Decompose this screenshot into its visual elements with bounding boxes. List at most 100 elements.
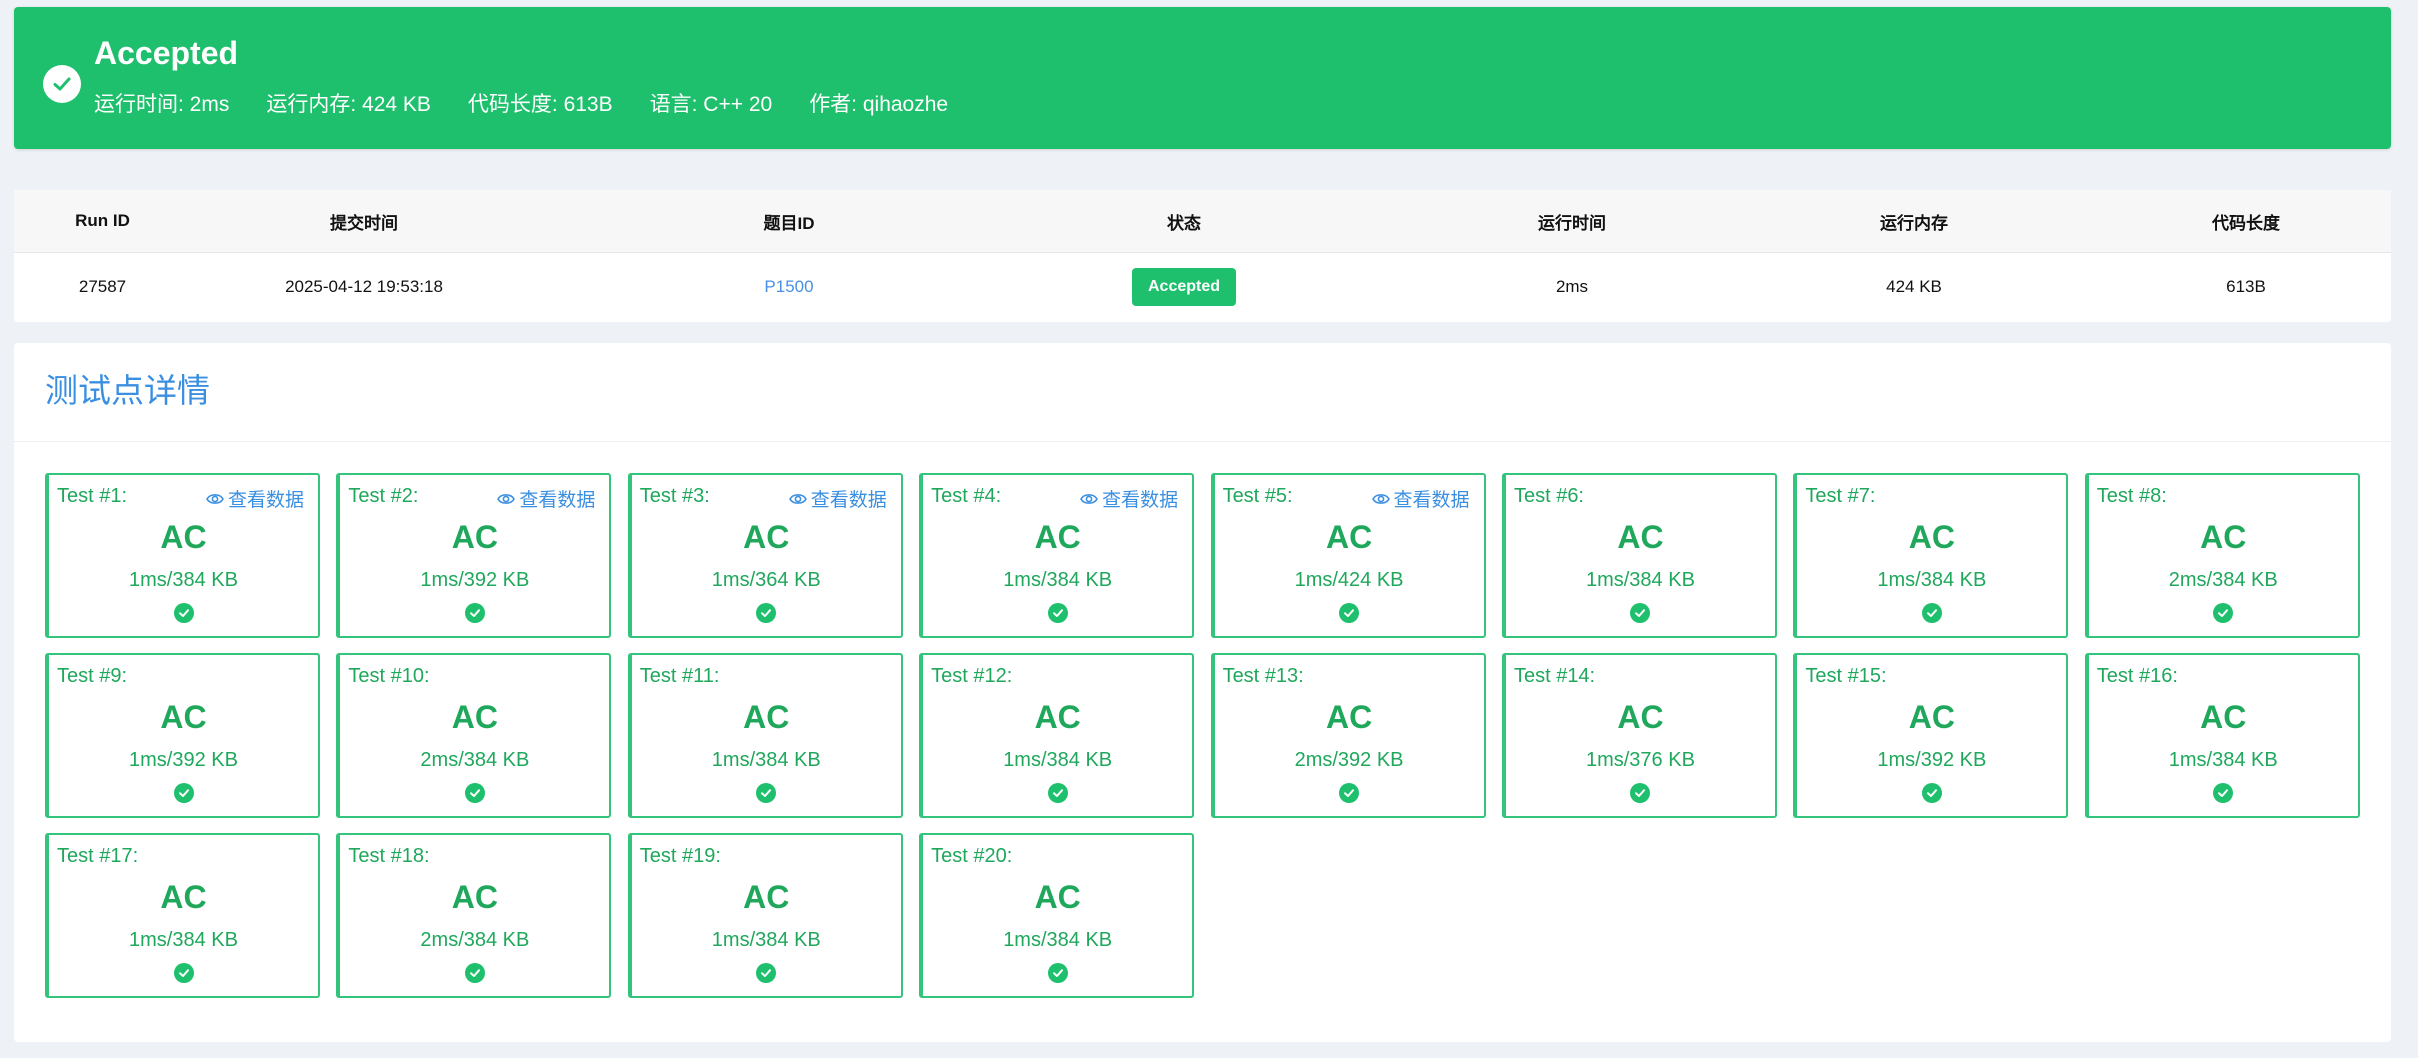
test-card: Test #9: AC 1ms/392 KB bbox=[45, 653, 320, 818]
test-status: AC bbox=[1325, 519, 1373, 555]
test-metric: 2ms/392 KB bbox=[1294, 749, 1404, 771]
test-metric: 1ms/384 KB bbox=[1877, 569, 1987, 591]
test-status: AC bbox=[743, 699, 790, 735]
test-details-panel: 测试点详情 Test #1: 查看数据 AC 1ms/384 KB Test #2: 查看… bbox=[14, 343, 2391, 1042]
test-metric: 1ms/392 KB bbox=[129, 749, 238, 771]
check-circle-icon bbox=[756, 603, 777, 623]
test-status: AC bbox=[1617, 519, 1664, 555]
view-data-link[interactable]: 查看数据 bbox=[1371, 485, 1470, 512]
check-circle-icon bbox=[464, 783, 485, 803]
view-data-link[interactable]: 查看数据 bbox=[497, 485, 595, 512]
view-data-label: 查看数据 bbox=[1393, 490, 1470, 511]
header-problem-id: 题目ID bbox=[763, 213, 815, 233]
test-card: Test #6: AC 1ms/384 KB bbox=[1501, 473, 1777, 638]
test-status: AC bbox=[160, 879, 207, 915]
test-metric: 1ms/384 KB bbox=[711, 929, 821, 951]
test-metric: 1ms/424 KB bbox=[1294, 569, 1404, 591]
check-circle-icon bbox=[1630, 783, 1651, 803]
test-label: Test #13: bbox=[1222, 665, 1304, 687]
view-data-link[interactable]: 查看数据 bbox=[788, 485, 887, 512]
view-data-label: 查看数据 bbox=[1102, 490, 1179, 511]
test-status: AC bbox=[1034, 699, 1081, 735]
test-metric: 1ms/392 KB bbox=[1877, 749, 1987, 771]
check-circle-icon bbox=[173, 963, 194, 983]
test-label: Test #4: bbox=[931, 485, 1002, 507]
check-circle-icon bbox=[173, 603, 194, 623]
meta-memory: 运行内存: 424 KB bbox=[266, 93, 431, 116]
test-card: Test #5: 查看数据 AC 1ms/424 KB bbox=[1210, 473, 1486, 638]
test-metric: 1ms/384 KB bbox=[1003, 929, 1113, 951]
cell-run-id: 27587 bbox=[78, 277, 127, 296]
header-code-length: 代码长度 bbox=[2212, 213, 2280, 233]
test-status: AC bbox=[1908, 699, 1955, 735]
test-label: Test #14: bbox=[1513, 665, 1596, 687]
meta-language: 语言: C++ 20 bbox=[649, 93, 773, 116]
test-metric: 2ms/384 KB bbox=[420, 929, 530, 951]
test-label: Test #1: bbox=[57, 485, 128, 507]
test-status: AC bbox=[1908, 519, 1955, 555]
view-data-label: 查看数据 bbox=[227, 490, 304, 511]
test-label: Test #5: bbox=[1222, 485, 1293, 507]
header-status: 状态 bbox=[1167, 213, 1201, 233]
test-metric: 2ms/384 KB bbox=[2168, 569, 2278, 591]
test-card: Test #11: AC 1ms/384 KB bbox=[627, 653, 903, 818]
check-circle-icon bbox=[1339, 783, 1360, 803]
test-status: AC bbox=[2200, 699, 2247, 735]
test-status: AC bbox=[743, 879, 790, 915]
result-title: Accepted bbox=[94, 35, 239, 71]
test-label: Test #16: bbox=[2096, 665, 2178, 687]
check-circle-icon bbox=[464, 963, 485, 983]
cell-memory: 424 KB bbox=[1886, 277, 1942, 296]
view-data-link[interactable]: 查看数据 bbox=[1080, 485, 1178, 512]
check-circle-icon bbox=[1047, 603, 1068, 623]
test-card: Test #20: AC 1ms/384 KB bbox=[919, 833, 1195, 998]
test-label: Test #2: bbox=[348, 485, 419, 507]
test-status: AC bbox=[1325, 699, 1373, 735]
test-status: AC bbox=[160, 699, 207, 735]
test-status: AC bbox=[160, 519, 207, 555]
test-metric: 1ms/384 KB bbox=[1585, 569, 1695, 591]
test-label: Test #10: bbox=[348, 665, 430, 687]
test-details-title: 测试点详情 bbox=[45, 372, 210, 409]
test-card: Test #7: AC 1ms/384 KB bbox=[1793, 473, 2069, 638]
test-status: AC bbox=[1617, 699, 1664, 735]
test-label: Test #20: bbox=[931, 845, 1013, 867]
test-label: Test #7: bbox=[1805, 485, 1876, 507]
test-card: Test #15: AC 1ms/392 KB bbox=[1793, 653, 2069, 818]
test-card: Test #2: 查看数据 AC 1ms/392 KB bbox=[336, 473, 612, 638]
eye-icon bbox=[788, 493, 807, 504]
check-circle-icon bbox=[1921, 783, 1942, 803]
view-data-link[interactable]: 查看数据 bbox=[206, 485, 304, 512]
test-card: Test #16: AC 1ms/384 KB bbox=[2084, 653, 2360, 818]
test-status: AC bbox=[451, 699, 498, 735]
meta-run-time: 运行时间: 2ms bbox=[94, 93, 230, 116]
test-metric: 1ms/384 KB bbox=[129, 569, 238, 591]
test-label: Test #15: bbox=[1805, 665, 1887, 687]
test-label: Test #18: bbox=[348, 845, 430, 867]
test-metric: 1ms/384 KB bbox=[1003, 569, 1113, 591]
test-metric: 1ms/384 KB bbox=[711, 749, 821, 771]
test-card: Test #18: AC 2ms/384 KB bbox=[336, 833, 612, 998]
test-label: Test #12: bbox=[931, 665, 1013, 687]
check-circle-icon bbox=[2213, 603, 2234, 623]
divider bbox=[14, 441, 2391, 442]
test-card: Test #10: AC 2ms/384 KB bbox=[336, 653, 612, 818]
test-label: Test #9: bbox=[57, 665, 128, 687]
test-label: Test #19: bbox=[639, 845, 721, 867]
check-circle-icon bbox=[756, 783, 777, 803]
test-metric: 2ms/384 KB bbox=[420, 749, 530, 771]
status-badge: Accepted bbox=[1131, 268, 1237, 306]
check-circle-icon bbox=[756, 963, 777, 983]
check-circle-icon bbox=[1047, 783, 1068, 803]
meta-code-length: 代码长度: 613B bbox=[467, 93, 613, 116]
test-status: AC bbox=[1034, 519, 1081, 555]
test-metric: 1ms/384 KB bbox=[2168, 749, 2278, 771]
test-grid: Test #1: 查看数据 AC 1ms/384 KB Test #2: 查看数据 AC 1m… bbox=[45, 473, 2375, 1013]
test-label: Test #8: bbox=[2096, 485, 2167, 507]
problem-id-link[interactable]: P1500 bbox=[704, 253, 874, 321]
eye-icon bbox=[497, 493, 516, 504]
view-data-label: 查看数据 bbox=[519, 490, 596, 511]
test-label: Test #17: bbox=[57, 845, 139, 867]
test-metric: 1ms/364 KB bbox=[711, 569, 821, 591]
header-run-time: 运行时间 bbox=[1538, 213, 1606, 233]
